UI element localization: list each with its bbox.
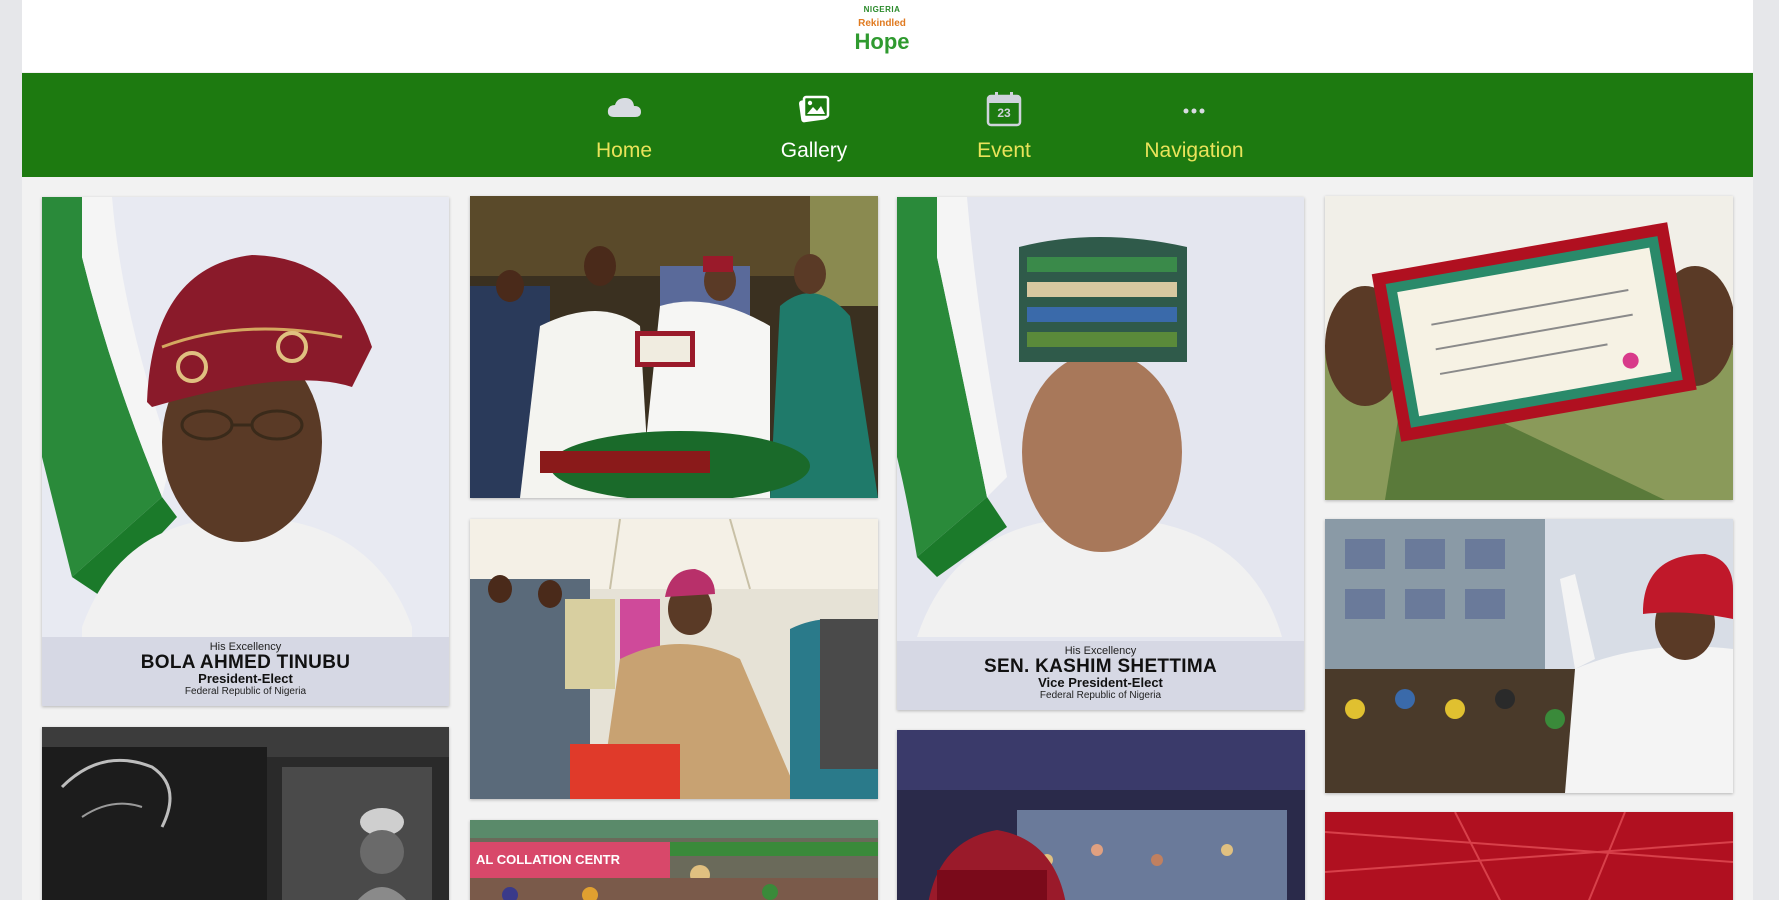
- shettima-title: Vice President-Elect: [1038, 675, 1163, 690]
- logo-line-1: NIGERIA: [863, 5, 901, 14]
- shettima-caption: His Excellency SEN. KASHIM SHETTIMA Vice…: [897, 641, 1304, 710]
- certificate-handover-image: [470, 196, 878, 498]
- shettima-subtitle: Federal Republic of Nigeria: [1039, 690, 1162, 701]
- main-nav: Home Gallery 23 Event Navigation: [22, 73, 1753, 177]
- gallery-photo-rally[interactable]: [1325, 519, 1733, 793]
- bus-crowd-image: [897, 730, 1305, 900]
- tinubu-portrait-image: [42, 197, 449, 706]
- gallery-photo-shettima-portrait[interactable]: His Excellency SEN. KASHIM SHETTIMA Vice…: [897, 197, 1304, 710]
- bw-room-image: [42, 727, 449, 900]
- tinubu-name: BOLA AHMED TINUBU: [140, 652, 351, 673]
- cloud-icon: [604, 89, 644, 129]
- gallery-photo-tinubu-portrait[interactable]: His Excellency BOLA AHMED TINUBU Preside…: [42, 197, 449, 706]
- nav-event[interactable]: 23 Event: [929, 73, 1079, 177]
- app-page: NIGERIA Rekindled Hope Home Gallery 23 E…: [22, 0, 1753, 900]
- nav-gallery-label: Gallery: [780, 139, 848, 162]
- logo-line-3: Hope: [854, 29, 910, 54]
- tinubu-subtitle: Federal Republic of Nigeria: [184, 686, 307, 697]
- nav-event-label: Event: [977, 139, 1031, 162]
- tinubu-caption: His Excellency BOLA AHMED TINUBU Preside…: [42, 637, 449, 706]
- gallery-photo-voting[interactable]: [470, 519, 878, 799]
- voting-image: [470, 519, 878, 799]
- gallery-photo-bw-room[interactable]: [42, 727, 449, 900]
- tinubu-title: President-Elect: [198, 671, 293, 686]
- nav-home-label: Home: [595, 139, 653, 162]
- gallery-photo-certificate-handover[interactable]: [470, 196, 878, 498]
- calendar-icon: 23: [984, 89, 1024, 129]
- top-bar: NIGERIA Rekindled Hope: [22, 0, 1753, 72]
- nav-navigation[interactable]: Navigation: [1119, 73, 1269, 177]
- gallery-photo-collation-centre[interactable]: AL COLLATION CENTR: [470, 820, 878, 900]
- nav-navigation-label: Navigation: [1144, 139, 1244, 162]
- gallery-photo-bus-crowd[interactable]: [897, 730, 1305, 900]
- rally-image: [1325, 519, 1733, 793]
- nav-home[interactable]: Home: [549, 73, 699, 177]
- collation-banner-text: AL COLLATION CENTR: [476, 852, 620, 867]
- nav-gallery[interactable]: Gallery: [739, 73, 889, 177]
- red-canopy-image: [1325, 812, 1733, 900]
- shettima-portrait-image: [897, 197, 1304, 710]
- renewed-hope-logo[interactable]: NIGERIA Rekindled Hope: [852, 5, 912, 61]
- certificate-closeup-image: [1325, 196, 1733, 500]
- gallery-icon: [794, 89, 834, 129]
- calendar-day: 23: [997, 106, 1011, 120]
- shettima-name: SEN. KASHIM SHETTIMA: [984, 656, 1217, 677]
- gallery-photo-certificate-closeup[interactable]: [1325, 196, 1733, 500]
- gallery-photo-red-canopy[interactable]: [1325, 812, 1733, 900]
- more-icon: [1174, 89, 1214, 129]
